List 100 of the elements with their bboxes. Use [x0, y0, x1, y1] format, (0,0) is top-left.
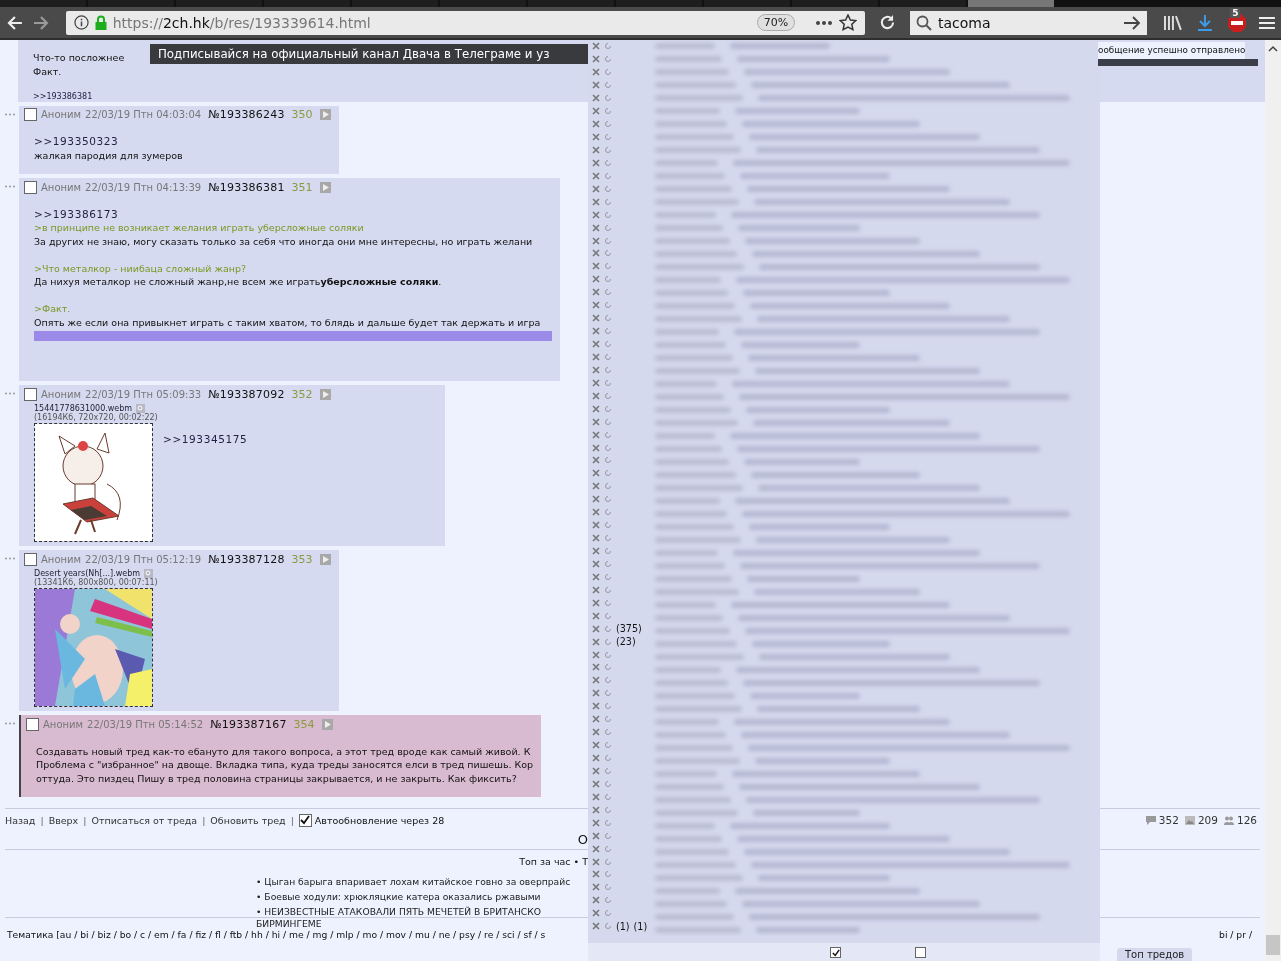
close-icon[interactable] [592, 107, 600, 116]
reply-link[interactable]: >>193386381 [33, 78, 93, 102]
close-icon[interactable] [592, 223, 600, 232]
play-icon[interactable] [319, 388, 331, 400]
close-icon[interactable] [592, 598, 600, 607]
close-icon[interactable] [592, 417, 600, 426]
close-icon[interactable] [592, 741, 600, 750]
download-icon[interactable] [1197, 13, 1214, 32]
play-icon[interactable] [319, 109, 331, 120]
close-icon[interactable] [592, 352, 600, 361]
close-icon[interactable] [592, 663, 600, 672]
nav-link[interactable]: Обновить тред [210, 814, 286, 826]
zoom-indicator[interactable]: 70% [756, 14, 796, 31]
forward-icon[interactable] [31, 14, 50, 31]
close-icon[interactable] [592, 559, 600, 568]
star-icon[interactable] [839, 14, 858, 31]
close-icon[interactable] [592, 831, 600, 840]
close-icon[interactable] [592, 715, 600, 724]
close-icon[interactable] [592, 262, 600, 271]
nav-link[interactable]: Отписаться от треда [91, 814, 198, 826]
nav-link[interactable]: Вверх [48, 814, 79, 826]
more-icon[interactable] [815, 19, 834, 26]
close-icon[interactable] [592, 857, 600, 866]
close-icon[interactable] [592, 792, 600, 801]
close-icon[interactable] [592, 754, 600, 763]
close-icon[interactable] [592, 818, 600, 827]
checkbox[interactable] [24, 108, 37, 121]
close-icon[interactable] [592, 301, 600, 310]
go-arrow-icon[interactable] [1123, 15, 1142, 30]
search-field[interactable]: tacoma [910, 10, 1148, 35]
address-bar[interactable]: https://2ch.hk/b/res/193339614.html 70% [65, 10, 866, 35]
close-icon[interactable] [592, 611, 600, 620]
back-icon[interactable] [6, 14, 24, 31]
checkbox[interactable] [830, 947, 841, 958]
close-icon[interactable] [592, 495, 600, 504]
top-threads-tab[interactable]: Топ тредов [1117, 948, 1193, 961]
close-icon[interactable] [592, 443, 600, 452]
info-icon[interactable] [73, 15, 89, 30]
dots-icon[interactable] [5, 392, 15, 395]
close-icon[interactable] [592, 197, 600, 206]
checkbox[interactable] [24, 552, 37, 566]
close-icon[interactable] [592, 55, 600, 64]
close-icon[interactable] [592, 456, 600, 465]
dots-icon[interactable] [5, 722, 15, 725]
close-icon[interactable] [592, 171, 600, 180]
post-number[interactable]: №193386381 [208, 180, 285, 194]
dots-icon[interactable] [5, 557, 15, 560]
close-icon[interactable] [592, 689, 600, 698]
file-name[interactable]: Desert years(Nh[...].webm [34, 568, 141, 578]
close-icon[interactable] [592, 728, 600, 737]
close-icon[interactable] [592, 210, 600, 219]
library-icon[interactable] [1163, 14, 1184, 31]
close-icon[interactable] [592, 909, 600, 918]
menu-icon[interactable] [1259, 15, 1275, 30]
close-icon[interactable] [592, 521, 600, 530]
close-icon[interactable] [592, 585, 600, 594]
close-icon[interactable] [592, 650, 600, 659]
news-link[interactable]: • НЕИЗВЕСТНЫЕ АТАКОВАЛИ ПЯТЬ МЕЧЕТЕЙ В БРИТАНСКО БИРМИНГЕМЕ [256, 906, 541, 930]
close-icon[interactable] [592, 314, 600, 323]
play-icon[interactable] [319, 181, 331, 193]
close-icon[interactable] [592, 430, 600, 439]
close-icon[interactable] [592, 340, 600, 349]
scroll-thumb[interactable] [1266, 935, 1280, 955]
close-icon[interactable] [592, 870, 600, 879]
close-icon[interactable] [592, 68, 600, 77]
close-icon[interactable] [592, 482, 600, 491]
close-icon[interactable] [592, 249, 600, 258]
checkbox[interactable] [26, 717, 39, 731]
checkbox[interactable] [915, 947, 926, 958]
magnifier-icon[interactable] [144, 568, 154, 578]
close-icon[interactable] [592, 158, 600, 167]
close-icon[interactable] [592, 94, 600, 103]
file-name[interactable]: 15441778631000.webm [34, 403, 133, 413]
close-icon[interactable] [592, 779, 600, 788]
close-icon[interactable] [592, 120, 600, 129]
close-icon[interactable] [592, 702, 600, 711]
post-number[interactable]: №193387128 [208, 552, 285, 566]
close-icon[interactable] [592, 676, 600, 685]
reply-link[interactable]: >>193345175 [163, 433, 248, 447]
board-list[interactable]: bi / pr / [1219, 929, 1252, 941]
post-number[interactable]: №193386243 [208, 108, 285, 121]
news-link[interactable]: • Цыган барыга впаривает лохам китайское говно за оверпрайс [256, 876, 571, 888]
post-number[interactable]: №193387167 [210, 717, 287, 731]
close-icon[interactable] [592, 922, 600, 931]
close-icon[interactable] [592, 404, 600, 413]
play-icon[interactable] [321, 718, 333, 730]
magnifier-icon[interactable] [136, 403, 146, 413]
close-icon[interactable] [592, 327, 600, 336]
close-icon[interactable] [592, 637, 600, 646]
close-icon[interactable] [592, 275, 600, 284]
board-list[interactable]: Тематика [au / bi / biz / bo / c / em / fa / fiz / fl / ftb / hh / hi / me / mg / mlp / mo / mov / mu / ne / psy / re / sci / sf / s [7, 929, 546, 941]
close-icon[interactable] [592, 508, 600, 517]
dots-icon[interactable] [5, 112, 15, 116]
nav-link[interactable]: Назад [5, 814, 36, 826]
close-icon[interactable] [592, 896, 600, 905]
telegram-banner[interactable]: Подписывайся на официальный канал Двача в Телеграме и уз [150, 44, 588, 64]
reply-link[interactable]: >>193386173 [34, 194, 119, 221]
close-icon[interactable] [592, 534, 600, 543]
close-icon[interactable] [592, 624, 600, 633]
dots-icon[interactable] [5, 185, 15, 188]
